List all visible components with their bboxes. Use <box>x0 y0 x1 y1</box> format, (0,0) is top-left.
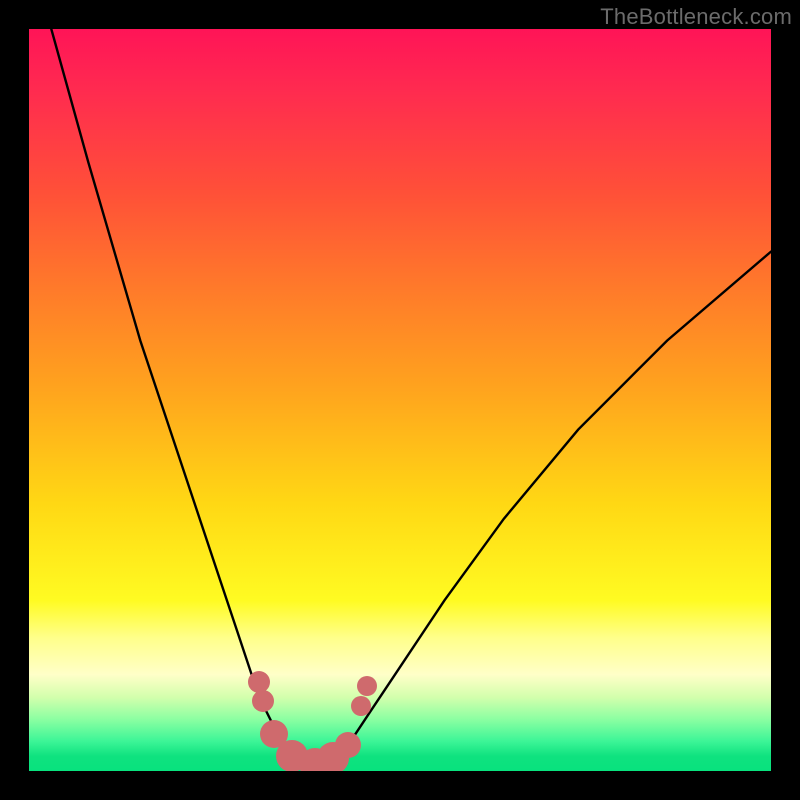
watermark-text: TheBottleneck.com <box>600 4 792 30</box>
marker-dot <box>357 676 377 696</box>
outer-frame: TheBottleneck.com <box>0 0 800 800</box>
marker-dot <box>351 696 371 716</box>
marker-dot <box>252 690 274 712</box>
bottleneck-curve <box>29 29 771 771</box>
marker-dot <box>335 732 361 758</box>
chart-plot-area <box>29 29 771 771</box>
